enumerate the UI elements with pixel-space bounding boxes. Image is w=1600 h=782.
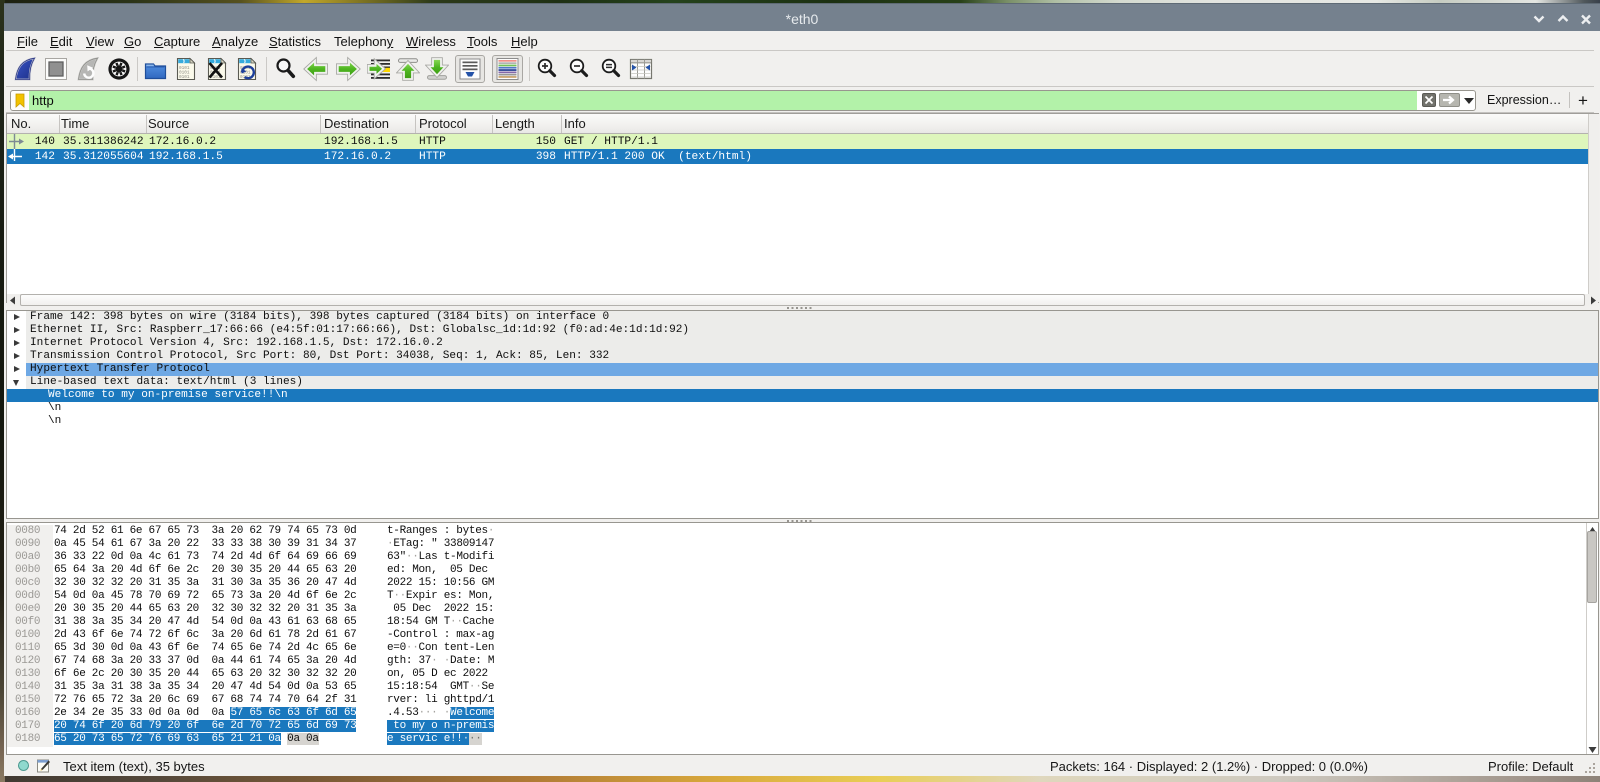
svg-text:0101: 0101 — [179, 75, 190, 80]
